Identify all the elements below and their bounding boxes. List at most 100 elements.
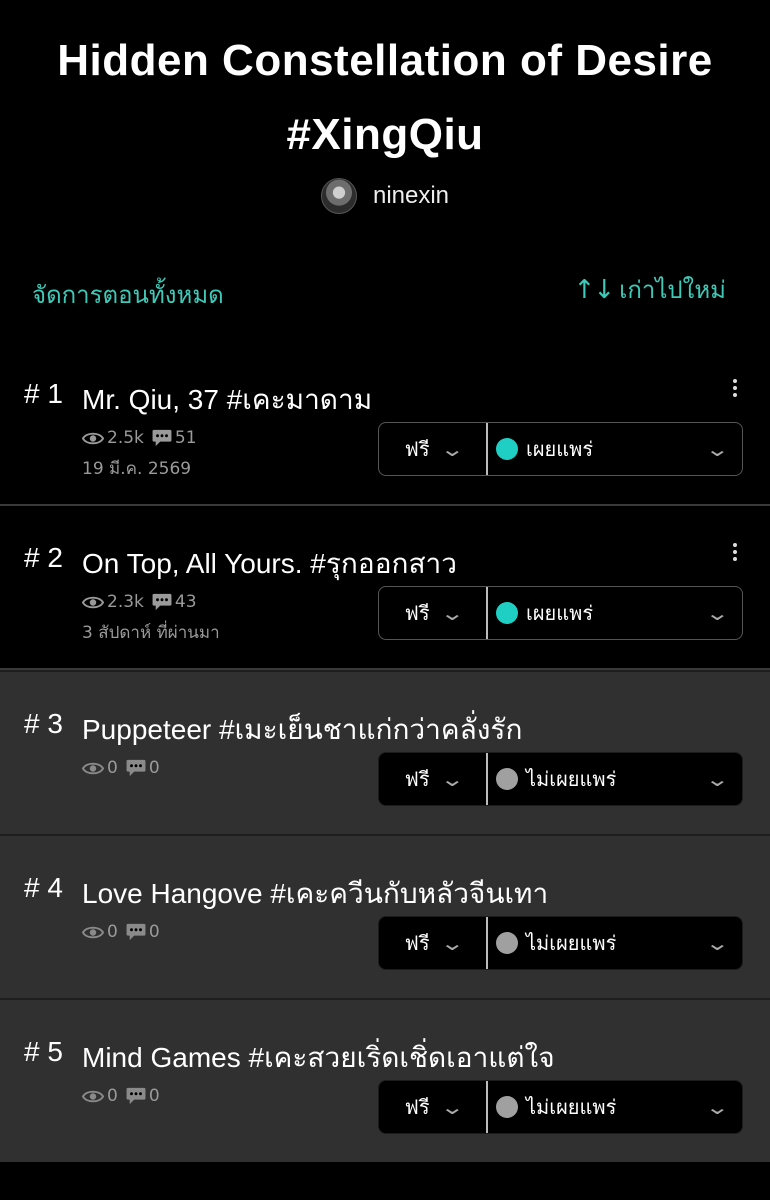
episode-date: 19 มี.ค. 2569 [82, 459, 192, 479]
author-name[interactable]: ninexin [373, 182, 449, 210]
comment-count: 0 [126, 922, 160, 942]
view-count: 2.3k [82, 592, 144, 612]
comment-icon [152, 593, 172, 611]
view-count: 0 [82, 1086, 118, 1106]
episode-title[interactable]: Love Hangove #เคะควีนกับหลัวจีนเทา [82, 872, 548, 916]
chevron-down-icon: ⌄ [439, 437, 465, 461]
status-label: ไม่เผยแพร่ [526, 931, 617, 955]
episode-row[interactable]: # 1 Mr. Qiu, 37 #เคะมาดาม 2.5k 51 19 มี.… [0, 342, 770, 506]
price-label: ฟรี [404, 931, 430, 955]
chevron-down-icon: ⌄ [439, 767, 465, 791]
comment-count: 51 [152, 428, 197, 448]
comment-icon [152, 429, 172, 447]
view-count-value: 0 [107, 1086, 118, 1106]
episode-row[interactable]: # 3 Puppeteer #เมะเย็นชาแก่กว่าคลั่งรัก … [0, 670, 770, 834]
status-dot [496, 768, 518, 790]
avatar[interactable] [320, 178, 357, 214]
comment-icon [126, 1087, 146, 1105]
comment-count: 0 [126, 758, 160, 778]
episode-number: # 1 [24, 378, 63, 409]
view-count-value: 2.5k [107, 428, 144, 448]
price-label: ฟรี [404, 437, 430, 461]
comment-count-value: 0 [148, 922, 160, 942]
episode-stats: 0 0 [82, 922, 160, 942]
status-label: เผยแพร่ [526, 601, 594, 625]
comment-count-value: 43 [174, 592, 197, 612]
episode-stats: 2.5k 51 [82, 428, 197, 448]
comment-count: 0 [126, 1086, 160, 1106]
status-dot [496, 932, 518, 954]
author-row[interactable]: ninexin [0, 178, 770, 214]
chevron-down-icon: ⌄ [705, 767, 731, 791]
status-dot [496, 1096, 518, 1118]
publish-status-dropdown[interactable]: ไม่เผยแพร่ ⌄ [488, 753, 742, 805]
episode-stats: 0 0 [82, 1086, 160, 1106]
price-dropdown[interactable]: ฟรี ⌄ [379, 917, 488, 969]
chevron-down-icon: ⌄ [439, 601, 465, 625]
status-dot [496, 438, 518, 460]
view-count: 0 [82, 922, 118, 942]
episode-date: 3 สัปดาห์ ที่ผ่านมา [82, 623, 220, 643]
status-label: เผยแพร่ [526, 437, 594, 461]
price-dropdown[interactable]: ฟรี ⌄ [379, 1081, 488, 1133]
story-title: Hidden Constellation of Desire [57, 36, 713, 85]
sort-order-button[interactable]: ↑↓ เก่าไปใหม่ [574, 270, 726, 309]
episode-title[interactable]: Mind Games #เคะสวยเริ่ดเชิ่ดเอาแต่ใจ [82, 1036, 555, 1080]
publish-status-dropdown[interactable]: เผยแพร่ ⌄ [488, 587, 742, 639]
publish-status-dropdown[interactable]: เผยแพร่ ⌄ [488, 423, 742, 475]
episode-title[interactable]: Puppeteer #เมะเย็นชาแก่กว่าคลั่งรัก [82, 708, 522, 752]
episode-title[interactable]: Mr. Qiu, 37 #เคะมาดาม [82, 378, 372, 422]
price-label: ฟรี [404, 767, 430, 791]
episode-row[interactable]: # 5 Mind Games #เคะสวยเริ่ดเชิ่ดเอาแต่ใจ… [0, 998, 770, 1162]
status-label: ไม่เผยแพร่ [526, 767, 617, 791]
episode-title[interactable]: On Top, All Yours. #รุกออกสาว [82, 542, 457, 586]
view-count-value: 0 [107, 922, 118, 942]
chevron-down-icon: ⌄ [705, 931, 731, 955]
status-dot [496, 602, 518, 624]
view-count: 0 [82, 758, 118, 778]
comment-count-value: 51 [174, 428, 197, 448]
eye-icon [82, 431, 104, 446]
eye-icon [82, 761, 104, 776]
price-dropdown[interactable]: ฟรี ⌄ [379, 587, 488, 639]
chevron-down-icon: ⌄ [705, 437, 731, 461]
episode-controls: ฟรี ⌄ ไม่เผยแพร่ ⌄ [378, 1080, 743, 1134]
episode-stats: 2.3k 43 [82, 592, 197, 612]
eye-icon [82, 595, 104, 610]
sort-order-label: เก่าไปใหม่ [619, 276, 726, 304]
manage-all-episodes-link[interactable]: จัดการตอนทั้งหมด [32, 275, 224, 314]
view-count-value: 2.3k [107, 592, 144, 612]
publish-status-dropdown[interactable]: ไม่เผยแพร่ ⌄ [488, 917, 742, 969]
chevron-down-icon: ⌄ [439, 1095, 465, 1119]
episode-row[interactable]: # 2 On Top, All Yours. #รุกออกสาว 2.3k 4… [0, 506, 770, 670]
more-options-icon[interactable] [730, 376, 740, 406]
chevron-down-icon: ⌄ [705, 601, 731, 625]
episode-number: # 4 [24, 872, 63, 903]
comment-icon [126, 759, 146, 777]
episode-number: # 5 [24, 1036, 63, 1067]
publish-status-dropdown[interactable]: ไม่เผยแพร่ ⌄ [488, 1081, 742, 1133]
view-count-value: 0 [107, 758, 118, 778]
price-dropdown[interactable]: ฟรี ⌄ [379, 753, 488, 805]
price-dropdown[interactable]: ฟรี ⌄ [379, 423, 488, 475]
episode-number: # 2 [24, 542, 63, 573]
episode-controls: ฟรี ⌄ เผยแพร่ ⌄ [378, 422, 743, 476]
more-options-icon[interactable] [730, 540, 740, 570]
comment-count-value: 0 [148, 1086, 160, 1106]
episode-controls: ฟรี ⌄ เผยแพร่ ⌄ [378, 586, 743, 640]
comment-count: 43 [152, 592, 197, 612]
chevron-down-icon: ⌄ [439, 931, 465, 955]
episode-controls: ฟรี ⌄ ไม่เผยแพร่ ⌄ [378, 752, 743, 806]
price-label: ฟรี [404, 1095, 430, 1119]
eye-icon [82, 925, 104, 940]
episode-row[interactable]: # 4 Love Hangove #เคะควีนกับหลัวจีนเทา 0… [0, 834, 770, 998]
status-label: ไม่เผยแพร่ [526, 1095, 617, 1119]
episode-number: # 3 [24, 708, 63, 739]
eye-icon [82, 1089, 104, 1104]
comment-icon [126, 923, 146, 941]
sort-arrows-icon: ↑↓ [573, 274, 616, 305]
chevron-down-icon: ⌄ [705, 1095, 731, 1119]
episode-controls: ฟรี ⌄ ไม่เผยแพร่ ⌄ [378, 916, 743, 970]
comment-count-value: 0 [148, 758, 160, 778]
story-title-tag: #XingQiu [286, 110, 484, 159]
